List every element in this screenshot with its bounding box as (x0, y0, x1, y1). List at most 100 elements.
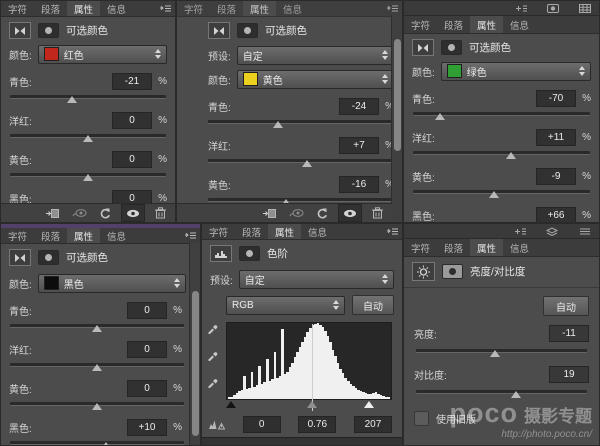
slider-thumb[interactable] (511, 391, 521, 398)
clip-to-layer-icon[interactable] (46, 208, 60, 219)
gray-point-eyedropper-icon[interactable] (207, 349, 219, 361)
black-slider[interactable] (10, 439, 184, 446)
cyan-slider[interactable] (208, 118, 393, 127)
tab-info[interactable]: 信息 (503, 239, 536, 256)
tab-paragraph[interactable]: 段落 (235, 224, 268, 239)
menu-lines-icon[interactable] (579, 227, 591, 236)
contrast-value[interactable]: 19 (549, 366, 589, 383)
magenta-slider[interactable] (413, 149, 590, 158)
tab-paragraph[interactable]: 段落 (210, 1, 243, 16)
tab-properties[interactable]: 属性 (67, 228, 100, 243)
cyan-slider[interactable] (10, 322, 184, 331)
tab-info[interactable]: 信息 (301, 224, 334, 239)
tab-paragraph[interactable]: 段落 (437, 16, 470, 33)
contrast-slider[interactable] (416, 388, 587, 397)
scrollbar-track[interactable] (391, 15, 402, 222)
slider-thumb[interactable] (92, 325, 102, 332)
auto-button[interactable]: 自动 (543, 296, 589, 316)
layer-mask-icon[interactable] (38, 250, 59, 265)
scrollbar-thumb[interactable] (394, 39, 401, 151)
magenta-slider[interactable] (10, 361, 184, 370)
histogram-refresh-icon[interactable] (208, 419, 225, 430)
tab-character[interactable]: 字符 (404, 239, 437, 256)
magenta-value[interactable]: 0 (112, 112, 152, 129)
reset-icon[interactable] (316, 208, 328, 219)
panel-menu-icon[interactable] (160, 1, 175, 16)
slider-thumb[interactable] (92, 403, 102, 410)
clip-to-layer-icon[interactable] (263, 208, 277, 219)
shadow-input-value[interactable]: 0 (243, 416, 281, 433)
reset-icon[interactable] (99, 208, 111, 219)
black-value[interactable]: +66 (536, 207, 576, 224)
brightness-slider[interactable] (416, 347, 587, 356)
cyan-slider[interactable] (10, 93, 166, 102)
camera-icon[interactable] (547, 4, 559, 13)
yellow-value[interactable]: -16 (339, 176, 379, 193)
tab-properties[interactable]: 属性 (67, 1, 100, 16)
tab-properties[interactable]: 属性 (470, 239, 503, 256)
black-point-slider[interactable] (226, 401, 236, 408)
slider-thumb[interactable] (489, 191, 499, 198)
yellow-value[interactable]: -9 (536, 168, 576, 185)
slider-thumb[interactable] (92, 364, 102, 371)
slider-thumb[interactable] (83, 135, 93, 142)
cyan-value[interactable]: 0 (127, 302, 167, 319)
delete-trash-icon[interactable] (372, 207, 383, 219)
tab-info[interactable]: 信息 (503, 16, 536, 33)
tab-info[interactable]: 信息 (100, 1, 133, 16)
layer-mask-icon[interactable] (237, 23, 258, 38)
color-select[interactable]: 黑色 (38, 274, 186, 293)
magenta-value[interactable]: +7 (339, 137, 379, 154)
previous-state-eye-icon[interactable] (72, 208, 87, 218)
slider-thumb[interactable] (302, 160, 312, 167)
channel-select[interactable]: RGB (226, 296, 345, 315)
cyan-value[interactable]: -24 (339, 98, 379, 115)
tab-character[interactable]: 字符 (404, 16, 437, 33)
tab-info[interactable]: 信息 (276, 1, 309, 16)
white-point-slider[interactable] (364, 401, 374, 408)
tab-paragraph[interactable]: 段落 (437, 239, 470, 256)
layer-mask-icon[interactable] (442, 264, 463, 279)
color-select[interactable]: 绿色 (441, 62, 591, 81)
tab-info[interactable]: 信息 (100, 228, 133, 243)
visibility-eye-icon[interactable] (338, 204, 362, 222)
layer-mask-icon[interactable] (441, 40, 462, 55)
yellow-slider[interactable] (10, 171, 166, 180)
tab-properties[interactable]: 属性 (470, 16, 503, 33)
new-item-icon[interactable] (514, 4, 527, 13)
visibility-eye-icon[interactable] (121, 204, 145, 222)
tab-character[interactable]: 字符 (202, 224, 235, 239)
new-item-icon[interactable] (513, 227, 526, 236)
slider-thumb[interactable] (490, 350, 500, 357)
scrollbar-thumb[interactable] (192, 291, 199, 436)
tab-character[interactable]: 字符 (1, 228, 34, 243)
auto-button[interactable]: 自动 (352, 295, 394, 315)
layers-icon[interactable] (546, 227, 559, 236)
yellow-value[interactable]: 0 (112, 151, 152, 168)
highlight-input-value[interactable]: 207 (354, 416, 392, 433)
slider-thumb[interactable] (67, 96, 77, 103)
tab-properties[interactable]: 属性 (268, 224, 301, 239)
magenta-value[interactable]: +11 (536, 129, 576, 146)
yellow-slider[interactable] (413, 188, 590, 197)
use-legacy-checkbox[interactable] (414, 411, 429, 426)
tab-character[interactable]: 字符 (1, 1, 34, 16)
white-point-eyedropper-icon[interactable] (207, 376, 219, 388)
midtone-input-value[interactable]: 0.76 (298, 416, 336, 433)
black-value[interactable]: +10 (127, 419, 167, 436)
yellow-slider[interactable] (10, 400, 184, 409)
preset-select[interactable]: 自定 (239, 270, 394, 289)
color-select[interactable]: 黄色 (237, 70, 394, 89)
magenta-value[interactable]: 0 (127, 341, 167, 358)
slider-thumb[interactable] (435, 113, 445, 120)
preset-select[interactable]: 自定 (237, 46, 394, 65)
midtone-slider[interactable] (307, 401, 317, 408)
slider-thumb[interactable] (83, 174, 93, 181)
slider-thumb[interactable] (273, 121, 283, 128)
tab-character[interactable]: 字符 (177, 1, 210, 16)
grid-icon[interactable] (579, 4, 591, 13)
cyan-slider[interactable] (413, 110, 590, 119)
slider-thumb[interactable] (506, 152, 516, 159)
magenta-slider[interactable] (10, 132, 166, 141)
yellow-value[interactable]: 0 (127, 380, 167, 397)
